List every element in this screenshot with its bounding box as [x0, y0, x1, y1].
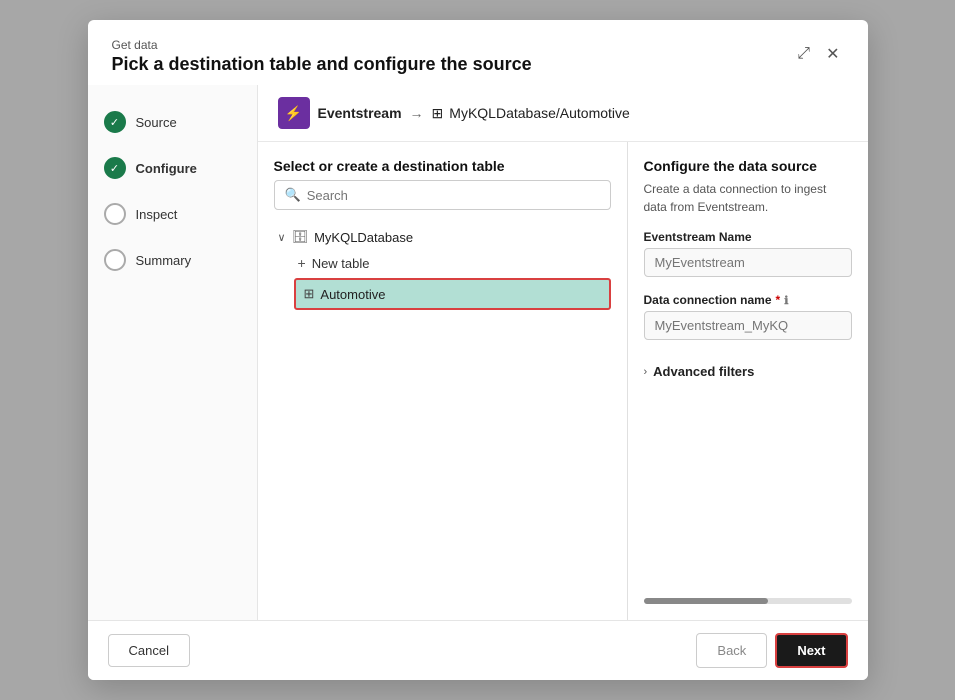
required-star: *: [776, 293, 781, 307]
next-button[interactable]: Next: [775, 633, 847, 668]
eventstream-name-label: Eventstream Name: [644, 230, 852, 244]
sidebar-step-configure[interactable]: Configure: [88, 147, 257, 189]
footer-right: Back Next: [696, 633, 847, 668]
step-circle-inspect: [104, 203, 126, 225]
sidebar-step-inspect[interactable]: Inspect: [88, 193, 257, 235]
connection-name-field: Data connection name * ℹ: [644, 293, 852, 340]
step-circle-configure: [104, 157, 126, 179]
step-label-source: Source: [136, 115, 177, 130]
new-table-item[interactable]: + New table: [294, 250, 611, 276]
search-input[interactable]: [307, 188, 600, 203]
table-grid-icon: ⊞: [432, 105, 444, 122]
header-actions: ⤢ ✕: [793, 42, 843, 66]
breadcrumb-dest: ⊞ MyKQLDatabase/Automotive: [432, 105, 630, 122]
cancel-button[interactable]: Cancel: [108, 634, 190, 667]
tree-children: + New table ⊞ Automotive: [294, 250, 611, 310]
tree-db-label: MyKQLDatabase: [314, 230, 413, 245]
tree-db-item: ∨ 🗄 MyKQLDatabase: [274, 224, 611, 250]
scroll-area: [644, 578, 852, 604]
step-circle-summary: [104, 249, 126, 271]
modal-small-label: Get data: [112, 38, 532, 52]
advanced-filters-toggle[interactable]: › Advanced filters: [644, 360, 852, 383]
left-panel-title: Select or create a destination table: [274, 158, 611, 174]
eventstream-name-field: Eventstream Name: [644, 230, 852, 277]
table-grid-icon: ⊞: [304, 286, 315, 302]
right-panel-title: Configure the data source: [644, 158, 852, 174]
sidebar-step-summary[interactable]: Summary: [88, 239, 257, 281]
sidebar-step-source[interactable]: Source: [88, 101, 257, 143]
modal-body: Source Configure Inspect Summary: [88, 85, 868, 620]
right-panel-subtitle: Create a data connection to ingest data …: [644, 180, 852, 216]
eventstream-icon: ⚡: [285, 105, 302, 122]
table-name-label: Automotive: [320, 287, 385, 302]
step-label-summary: Summary: [136, 253, 192, 268]
right-panel: Configure the data source Create a data …: [628, 142, 868, 620]
main-content: ⚡ Eventstream → ⊞ MyKQLDatabase/Automoti…: [258, 85, 868, 620]
modal: Get data Pick a destination table and co…: [88, 20, 868, 680]
close-button[interactable]: ✕: [822, 42, 843, 66]
scroll-thumb[interactable]: [644, 598, 769, 604]
eventstream-name-input[interactable]: [644, 248, 852, 277]
step-label-configure: Configure: [136, 161, 197, 176]
tree-chevron-icon[interactable]: ∨: [278, 231, 286, 244]
checkmark-source: [110, 116, 119, 129]
header-text: Get data Pick a destination table and co…: [112, 38, 532, 75]
back-button[interactable]: Back: [696, 633, 767, 668]
advanced-filters-label: Advanced filters: [653, 364, 754, 379]
modal-header: Get data Pick a destination table and co…: [88, 20, 868, 85]
breadcrumb-dest-path: MyKQLDatabase/Automotive: [449, 105, 630, 121]
automotive-table-item[interactable]: ⊞ Automotive: [294, 278, 611, 310]
step-label-inspect: Inspect: [136, 207, 178, 222]
breadcrumb-row: ⚡ Eventstream → ⊞ MyKQLDatabase/Automoti…: [258, 85, 868, 142]
modal-footer: Cancel Back Next: [88, 620, 868, 680]
modal-title: Pick a destination table and configure t…: [112, 54, 532, 75]
scroll-track: [644, 598, 852, 604]
breadcrumb-source: Eventstream: [318, 105, 402, 121]
connection-name-input[interactable]: [644, 311, 852, 340]
footer-left: Cancel: [108, 634, 190, 667]
tree-db-icon: 🗄: [292, 229, 309, 245]
expand-button[interactable]: ⤢: [793, 42, 814, 66]
step-circle-source: [104, 111, 126, 133]
panels: Select or create a destination table 🔍 ∨…: [258, 142, 868, 620]
search-icon: 🔍: [285, 187, 301, 203]
sidebar: Source Configure Inspect Summary: [88, 85, 258, 620]
info-icon[interactable]: ℹ: [784, 294, 788, 307]
modal-overlay: Get data Pick a destination table and co…: [0, 0, 955, 700]
search-box[interactable]: 🔍: [274, 180, 611, 210]
breadcrumb-arrow: →: [410, 105, 424, 121]
plus-icon: +: [298, 255, 306, 271]
eventstream-badge: ⚡: [278, 97, 310, 129]
connection-name-label: Data connection name * ℹ: [644, 293, 852, 307]
left-panel: Select or create a destination table 🔍 ∨…: [258, 142, 628, 620]
advanced-chevron-icon: ›: [644, 366, 648, 378]
new-table-label: New table: [312, 256, 370, 271]
checkmark-configure: [110, 162, 119, 175]
